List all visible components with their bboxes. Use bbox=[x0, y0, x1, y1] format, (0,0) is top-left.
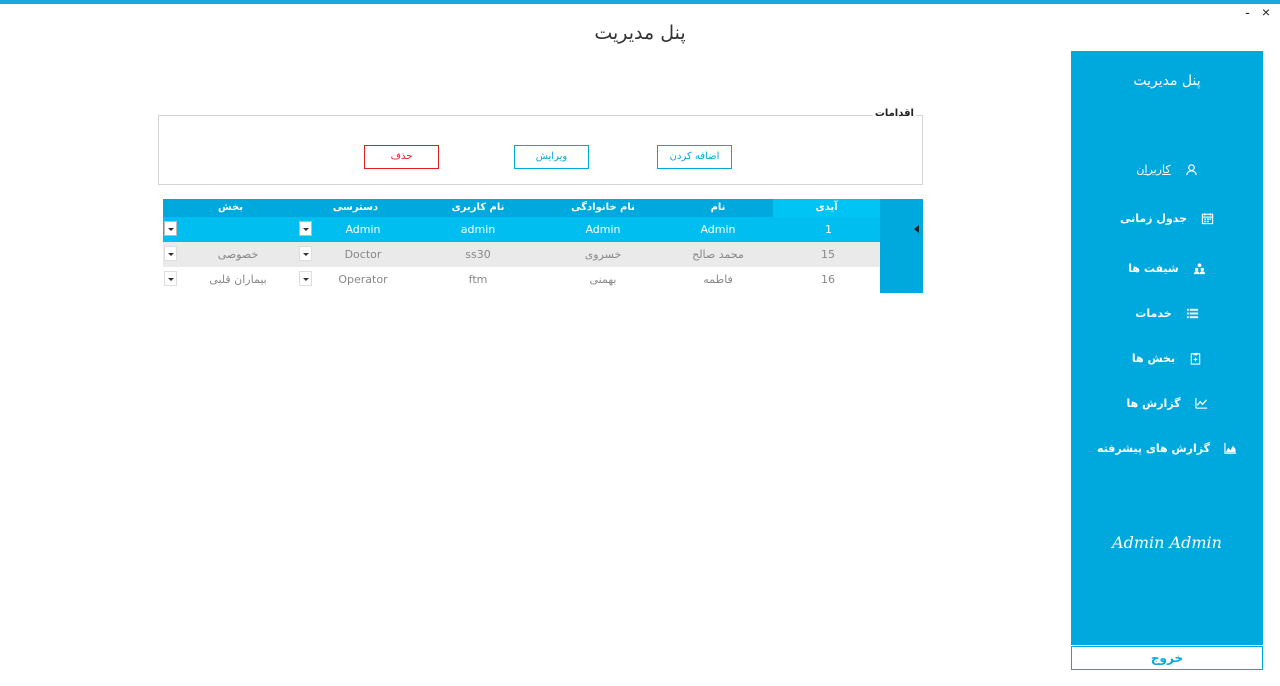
sidebar-item-label: گزارش های پیشرفته bbox=[1096, 441, 1211, 455]
sidebar-item-users[interactable]: کاربران bbox=[1071, 155, 1263, 183]
sidebar-item-reports[interactable]: گزارش ها bbox=[1071, 389, 1263, 417]
sidebar-item-label: بخش ها bbox=[1131, 351, 1176, 365]
cell-username: ss30 bbox=[465, 248, 491, 261]
row-header-column bbox=[880, 199, 923, 293]
column-header-access[interactable]: دسترسی bbox=[298, 199, 413, 217]
cell-last-name: Admin bbox=[585, 223, 621, 236]
access-dropdown-button[interactable] bbox=[299, 246, 312, 261]
cell-first-name: فاطمه bbox=[703, 273, 733, 286]
people-icon bbox=[1193, 262, 1205, 274]
close-button[interactable]: × bbox=[1262, 5, 1270, 19]
window-top-bar bbox=[0, 0, 1280, 4]
page-title: پنل مدیریت bbox=[594, 22, 686, 44]
sidebar-item-schedule[interactable]: جدول زمانی bbox=[1071, 204, 1263, 232]
table-row[interactable]: 15 محمد صالح خسروی ss30 Doctor خصوصی bbox=[163, 242, 880, 267]
edit-button[interactable]: ویرایش bbox=[514, 145, 589, 169]
sidebar-item-label: خدمات bbox=[1135, 306, 1172, 320]
sidebar-item-shifts[interactable]: شیفت ها bbox=[1071, 254, 1263, 282]
cell-section bbox=[178, 217, 298, 242]
cell-username: admin bbox=[460, 223, 496, 236]
actions-legend: اقدامات bbox=[872, 108, 916, 119]
cell-access: Admin bbox=[345, 223, 381, 236]
cell-first-name: محمد صالح bbox=[692, 248, 744, 261]
sidebar: پنل مدیریت کاربران جدول زمانی شیفت ها خد… bbox=[1071, 51, 1263, 645]
sidebar-item-departments[interactable]: بخش ها bbox=[1071, 344, 1263, 372]
area-chart-icon bbox=[1224, 442, 1237, 454]
line-chart-icon bbox=[1194, 397, 1207, 409]
add-button[interactable]: اضافه کردن bbox=[657, 145, 732, 169]
logout-button[interactable]: خروج bbox=[1071, 646, 1263, 670]
cell-last-name: خسروی bbox=[584, 248, 622, 261]
calendar-icon bbox=[1201, 212, 1214, 224]
actions-groupbox: اقدامات اضافه کردن ویرایش حذف bbox=[158, 108, 923, 185]
delete-button[interactable]: حذف bbox=[364, 145, 439, 169]
minimize-button[interactable]: - bbox=[1245, 5, 1250, 19]
section-dropdown-button[interactable] bbox=[164, 246, 177, 261]
list-icon bbox=[1186, 308, 1198, 318]
current-user-name: Admin Admin bbox=[1112, 533, 1222, 552]
cell-access: Doctor bbox=[344, 248, 382, 261]
cell-first-name: Admin bbox=[700, 223, 736, 236]
cell-section: بیماران قلبی bbox=[209, 273, 267, 286]
sidebar-item-label: گزارش ها bbox=[1126, 396, 1181, 410]
sidebar-item-advanced-reports[interactable]: گزارش های پیشرفته bbox=[1071, 434, 1263, 462]
cell-last-name: بهمنی bbox=[589, 273, 617, 286]
cell-username: ftm bbox=[468, 273, 488, 286]
column-header-first-name[interactable]: نام bbox=[663, 199, 773, 217]
column-header-id[interactable]: آیدی bbox=[773, 199, 880, 217]
cell-id: 15 bbox=[821, 248, 835, 261]
cell-section: خصوصی bbox=[217, 248, 259, 261]
current-row-pointer-icon bbox=[914, 225, 919, 233]
sidebar-item-label: کاربران bbox=[1136, 162, 1171, 176]
table-row[interactable]: 1 Admin Admin admin Admin bbox=[163, 217, 880, 242]
section-dropdown-button[interactable] bbox=[164, 271, 177, 286]
section-dropdown-button[interactable] bbox=[164, 221, 177, 236]
user-icon bbox=[1185, 163, 1197, 175]
sidebar-item-label: شیفت ها bbox=[1128, 261, 1179, 275]
cell-id: 16 bbox=[821, 273, 835, 286]
sidebar-item-label: جدول زمانی bbox=[1119, 211, 1188, 225]
access-dropdown-button[interactable] bbox=[299, 271, 312, 286]
sidebar-title: پنل مدیریت bbox=[1133, 73, 1201, 89]
cell-id: 1 bbox=[825, 223, 832, 236]
window-controls: - × bbox=[1245, 5, 1270, 19]
column-header-section[interactable]: بخش bbox=[163, 199, 298, 217]
table-row[interactable]: 16 فاطمه بهمنی ftm Operator بیماران قلبی bbox=[163, 267, 880, 292]
cell-access: Operator bbox=[338, 273, 388, 286]
column-header-username[interactable]: نام کاربری bbox=[413, 199, 543, 217]
column-header-last-name[interactable]: نام خانوادگی bbox=[543, 199, 663, 217]
access-dropdown-button[interactable] bbox=[299, 221, 312, 236]
sidebar-item-services[interactable]: خدمات bbox=[1071, 299, 1263, 327]
clipboard-icon bbox=[1190, 352, 1201, 365]
